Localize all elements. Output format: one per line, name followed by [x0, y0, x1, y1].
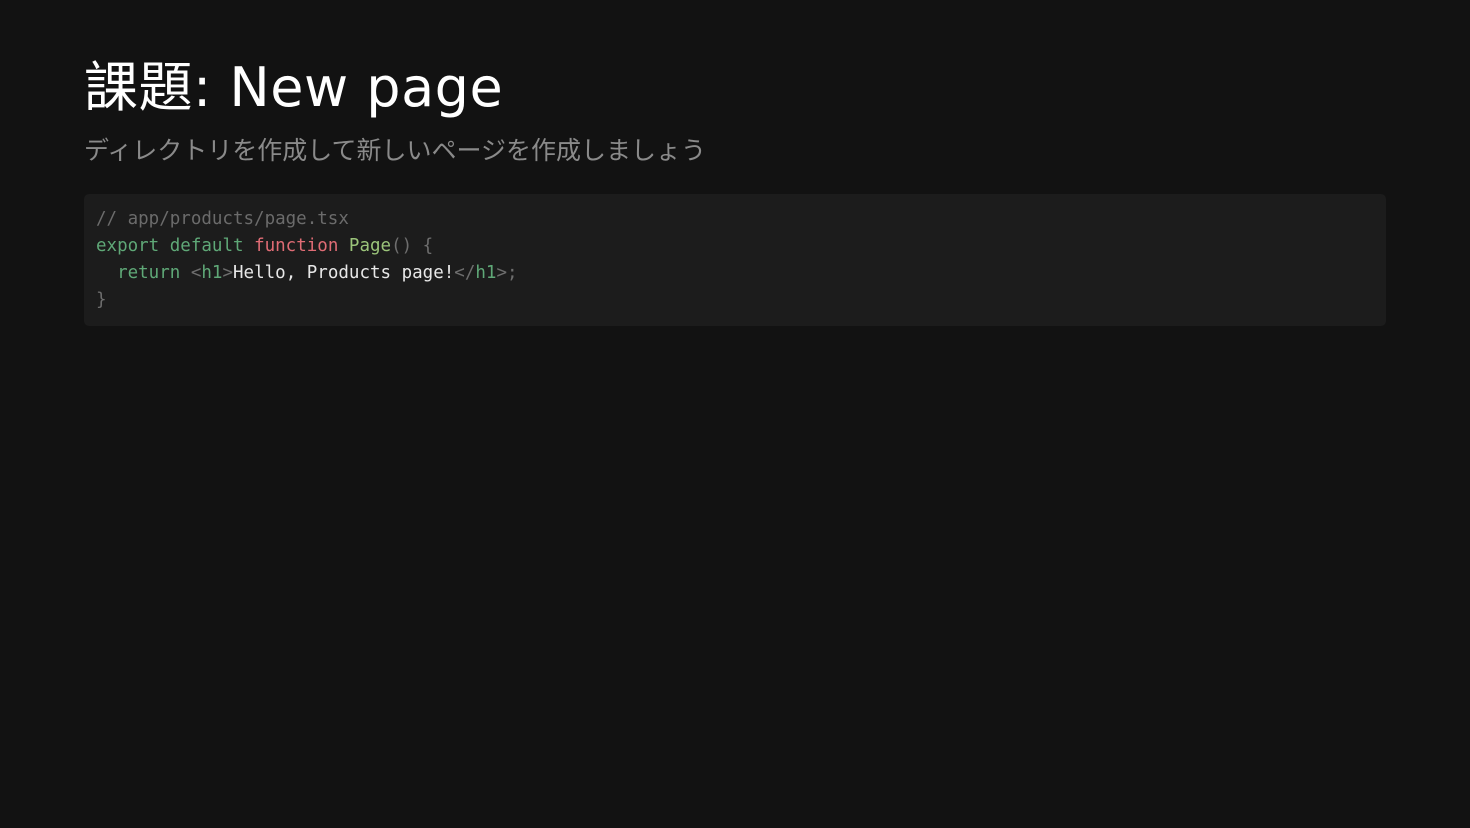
- code-token: Hello, Products page!: [233, 263, 455, 283]
- code-token: h1: [475, 263, 497, 283]
- code-token: >: [222, 263, 234, 283]
- code-token: () {: [391, 236, 434, 256]
- code-token: }: [96, 290, 107, 310]
- code-token: return: [117, 263, 181, 283]
- code-token: h1: [201, 263, 223, 283]
- slide-title: 課題: New page: [84, 56, 504, 119]
- code-line-3: return <h1>Hello, Products page!</h1>;: [96, 260, 1374, 287]
- code-token: default: [169, 236, 244, 256]
- code-line-1: // app/products/page.tsx: [96, 206, 1374, 233]
- code-token: function: [254, 236, 339, 256]
- code-line-4: }: [96, 287, 1374, 314]
- code-token: <: [190, 263, 202, 283]
- code-token: export: [96, 236, 160, 256]
- code-token: >;: [496, 263, 518, 283]
- slide: 課題: New page ディレクトリを作成して新しいページを作成しましょう /…: [0, 0, 1470, 828]
- code-token: // app/products/page.tsx: [96, 209, 349, 229]
- code-block: // app/products/page.tsx export default …: [84, 194, 1386, 326]
- code-token: </: [454, 263, 476, 283]
- slide-subtitle: ディレクトリを作成して新しいページを作成しましょう: [84, 136, 707, 165]
- code-line-2: export default function Page() {: [96, 233, 1374, 260]
- code-token: Page: [348, 236, 392, 256]
